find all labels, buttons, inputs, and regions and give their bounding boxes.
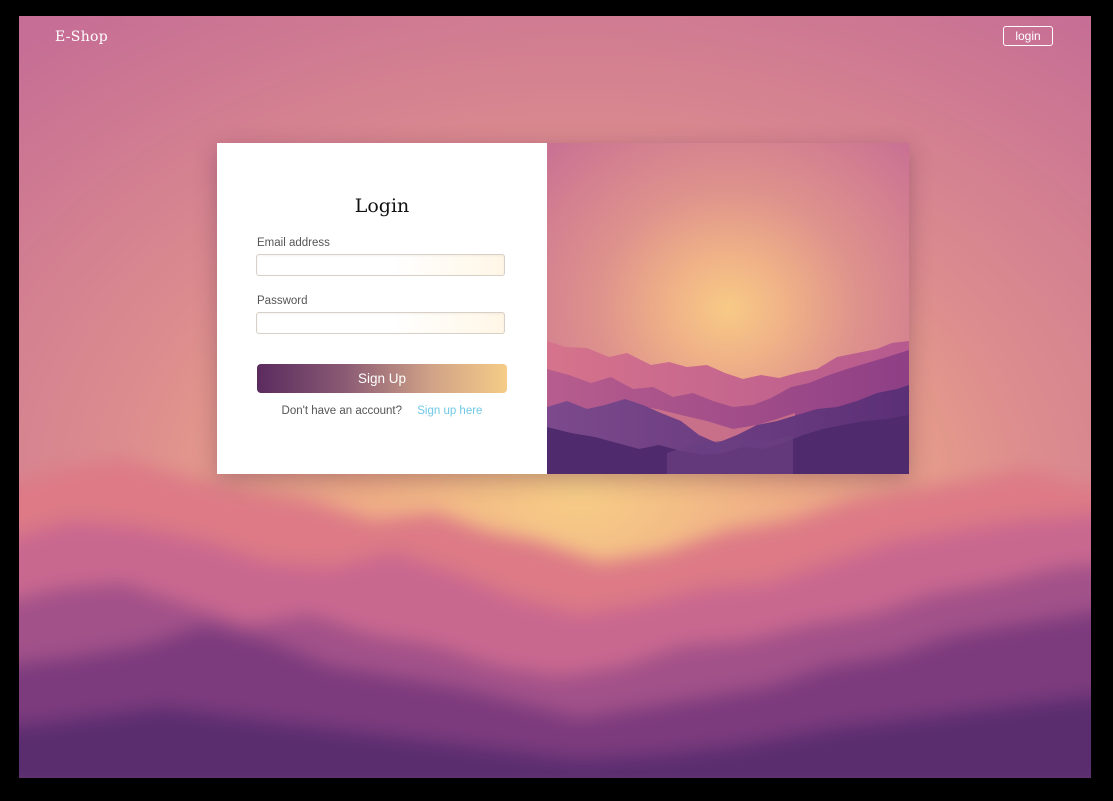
brand-logo[interactable]: E-Shop: [55, 29, 108, 45]
sign-up-link[interactable]: Sign up here: [417, 405, 482, 417]
email-input[interactable]: [256, 254, 505, 276]
account-prompt-text: Don't have an account?: [281, 405, 403, 417]
header-login-button[interactable]: login: [1003, 26, 1053, 46]
login-form-panel: Login Email address Password Sign Up Don…: [217, 143, 547, 474]
password-label: Password: [257, 295, 308, 307]
top-nav-bar: E-Shop login: [19, 16, 1091, 66]
illustration-panel: [547, 143, 909, 474]
sign-up-button[interactable]: Sign Up: [257, 364, 507, 393]
password-input[interactable]: [256, 312, 505, 334]
email-label: Email address: [257, 237, 330, 249]
form-title: Login: [354, 195, 410, 217]
sunset-mountains-illustration: [547, 143, 909, 474]
app-screen: E-Shop login Login Email address Passwor…: [19, 16, 1091, 778]
account-prompt-row: Don't have an account? Sign up here: [217, 405, 547, 417]
login-card: Login Email address Password Sign Up Don…: [217, 143, 909, 474]
